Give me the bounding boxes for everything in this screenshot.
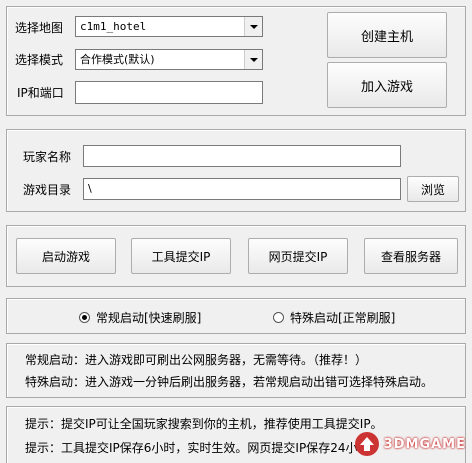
radio-normal-launch[interactable]: 常规启动[快速刷服] — [79, 309, 201, 326]
chevron-down-icon[interactable] — [244, 50, 262, 69]
browse-button[interactable]: 浏览 — [407, 176, 459, 202]
game-dir-label: 游戏目录 — [23, 183, 72, 197]
radio-normal-launch-label: 常规启动[快速刷服] — [96, 311, 202, 325]
chevron-down-icon[interactable] — [244, 17, 262, 36]
radio-normal-launch-dot[interactable] — [79, 312, 90, 323]
launch-notes-panel: 常规启动：进入游戏即可刷出公网服务器，无需等待。（推荐！） 特殊启动：进入游戏一… — [6, 343, 466, 398]
tool-submit-ip-button[interactable]: 工具提交IP — [131, 238, 231, 274]
radio-special-launch-dot[interactable] — [273, 312, 284, 323]
map-label: 选择地图 — [15, 21, 64, 35]
mode-label: 选择模式 — [15, 53, 64, 67]
actions-panel: 启动游戏 工具提交IP 网页提交IP 查看服务器 — [6, 225, 466, 287]
launch-game-button[interactable]: 启动游戏 — [16, 238, 116, 274]
map-select[interactable]: c1m1_hotel — [75, 16, 263, 37]
web-submit-ip-button[interactable]: 网页提交IP — [248, 238, 348, 274]
radio-special-launch[interactable]: 特殊启动[正常刷服] — [273, 309, 395, 326]
game-dir-input[interactable]: \ — [83, 178, 401, 200]
ip-port-input[interactable] — [75, 81, 263, 104]
join-game-button[interactable]: 加入游戏 — [327, 62, 447, 108]
mode-select-value: 合作模式(默认) — [80, 53, 155, 66]
player-settings-panel: 玩家名称 游戏目录 \ 浏览 — [6, 129, 466, 212]
map-select-value: c1m1_hotel — [80, 20, 147, 33]
tip-line-2: 提示：工具提交IP保存6小时，实时生效。网页提交IP保存24小 — [25, 441, 358, 455]
tips-panel: 提示：提交IP可让全国玩家搜索到你的主机，推荐使用工具提交IP。 提示：工具提交… — [6, 406, 466, 463]
launch-note-special: 特殊启动：进入游戏一分钟后刷出服务器，若常规启动出错可选择特殊启动。 — [25, 375, 434, 389]
mode-select[interactable]: 合作模式(默认) — [75, 49, 263, 70]
player-name-input[interactable] — [83, 145, 401, 167]
launch-mode-panel: 常规启动[快速刷服] 特殊启动[正常刷服] — [6, 298, 466, 334]
player-name-label: 玩家名称 — [23, 150, 72, 164]
radio-special-launch-label: 特殊启动[正常刷服] — [290, 311, 396, 325]
create-host-button[interactable]: 创建主机 — [327, 12, 447, 58]
tip-line-1: 提示：提交IP可让全国玩家搜索到你的主机，推荐使用工具提交IP。 — [25, 417, 383, 431]
launch-note-normal: 常规启动：进入游戏即可刷出公网服务器，无需等待。（推荐！） — [25, 353, 368, 367]
host-settings-panel: 选择地图 c1m1_hotel 选择模式 合作模式(默认) IP和端口 创建主机… — [6, 6, 466, 116]
ip-port-label: IP和端口 — [17, 86, 64, 100]
view-servers-button[interactable]: 查看服务器 — [364, 238, 458, 274]
